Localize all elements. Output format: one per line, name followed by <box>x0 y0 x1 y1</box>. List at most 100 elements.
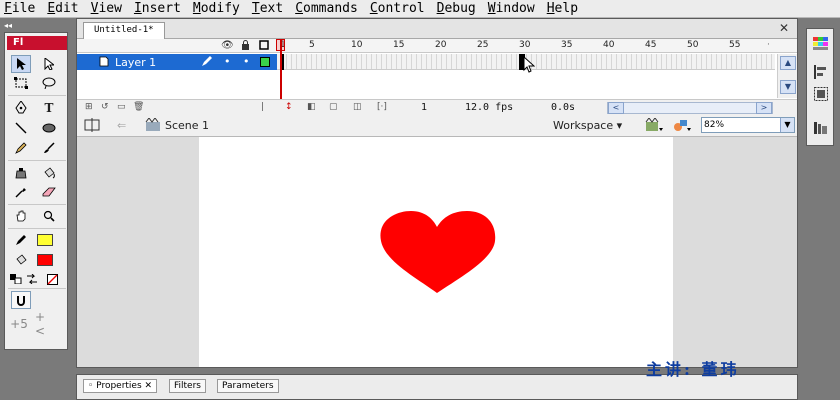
timeline-horizontal-scrollbar[interactable]: < > <box>607 102 773 114</box>
workspace-menu[interactable]: Workspace ▾ <box>553 119 622 132</box>
subselection-tool-icon[interactable] <box>39 55 59 73</box>
menu-control[interactable]: Control <box>364 1 431 16</box>
edit-symbol-icon[interactable] <box>673 118 691 135</box>
menu-edit[interactable]: Edit <box>41 1 84 16</box>
onion-skin-outlines-icon[interactable]: ▢ <box>329 102 338 112</box>
layer-visibility-dot[interactable]: • <box>224 55 231 68</box>
document-window: Untitled-1* ✕ 👁 1 5 10 15 20 25 30 35 40… <box>76 18 798 368</box>
elapsed-time: 0.0s <box>551 102 576 113</box>
center-frame-icon[interactable]: | <box>261 102 264 112</box>
menu-help[interactable]: Help <box>541 1 584 16</box>
document-tab[interactable]: Untitled-1* <box>83 22 165 39</box>
delete-layer-icon[interactable]: 🗑 <box>133 102 144 112</box>
text-tool-icon[interactable]: T <box>39 99 59 117</box>
zoom-value: 82% <box>704 120 725 130</box>
outline-layers-icon[interactable] <box>259 40 269 53</box>
show-hide-layers-icon[interactable]: 👁 <box>221 40 234 51</box>
layer-icon <box>99 56 109 70</box>
fill-color-swatch[interactable] <box>37 254 53 266</box>
layer-name[interactable]: Layer 1 <box>115 56 156 69</box>
layer-lock-dot[interactable]: • <box>243 55 250 68</box>
line-tool-icon[interactable] <box>11 119 31 137</box>
menu-insert[interactable]: Insert <box>128 1 187 16</box>
center-playhead-icon[interactable]: ↕ <box>285 102 293 112</box>
pasteboard <box>77 137 797 367</box>
tools-divider <box>8 288 66 289</box>
watermark-text: 主讲: 董玮 <box>646 360 740 379</box>
layer-outline-color[interactable] <box>260 57 270 67</box>
selection-tool-icon[interactable] <box>11 55 31 73</box>
zoom-dropdown[interactable]: 82% ▼ <box>701 117 795 133</box>
library-panel-icon[interactable] <box>811 119 831 137</box>
tab-filters[interactable]: Filters <box>169 379 206 393</box>
frame-number: 25 <box>477 40 489 50</box>
no-color-icon[interactable] <box>45 270 59 288</box>
menu-debug[interactable]: Debug <box>431 1 482 16</box>
ink-bottle-tool-icon[interactable] <box>11 164 31 182</box>
oval-tool-icon[interactable] <box>39 119 59 137</box>
timeline-footer: ⊞ ↺ ▭ 🗑 | ↕ ◧ ▢ ◫ [·] 1 12.0 fps 0.0s < … <box>77 99 797 115</box>
fill-color-icon[interactable] <box>11 251 31 269</box>
scroll-up-icon[interactable]: ▲ <box>780 56 796 70</box>
playhead-line[interactable] <box>280 39 282 99</box>
lock-layers-icon[interactable] <box>241 40 250 53</box>
menu-commands[interactable]: Commands <box>289 1 364 16</box>
frame-number: 30 <box>519 40 531 50</box>
edit-scene-icon[interactable] <box>645 117 663 135</box>
frame-number: 20 <box>435 40 447 50</box>
pencil-tool-icon[interactable] <box>11 139 31 157</box>
layer-row[interactable]: Layer 1 • • <box>77 54 277 70</box>
paint-bucket-tool-icon[interactable] <box>39 164 59 182</box>
panel-collapse-grip[interactable]: ◂◂ <box>4 20 68 32</box>
close-document-icon[interactable]: ✕ <box>779 21 789 35</box>
stroke-color-icon[interactable] <box>11 231 31 249</box>
pen-tool-icon[interactable] <box>11 99 31 117</box>
info-panel-icon[interactable] <box>811 85 831 103</box>
frame-number: 45 <box>645 40 657 50</box>
stroke-color-swatch[interactable] <box>37 234 53 246</box>
free-transform-tool-icon[interactable] <box>11 74 31 92</box>
color-swatches-icon[interactable] <box>811 35 831 53</box>
insert-layer-icon[interactable]: ⊞ <box>85 102 93 112</box>
scroll-down-icon[interactable]: ▼ <box>780 80 796 94</box>
zoom-tool-icon[interactable] <box>39 207 59 225</box>
eyedropper-tool-icon[interactable] <box>11 183 31 201</box>
lasso-tool-icon[interactable] <box>39 74 59 92</box>
tab-properties[interactable]: ◦ Properties ✕ <box>83 379 158 393</box>
snap-to-objects-icon[interactable] <box>11 291 31 309</box>
brush-tool-icon[interactable] <box>39 139 59 157</box>
scroll-right-icon[interactable]: > <box>756 102 772 114</box>
chevron-down-icon[interactable]: ▼ <box>780 118 794 132</box>
add-motion-guide-icon[interactable]: ↺ <box>101 102 109 112</box>
scroll-left-icon[interactable]: < <box>608 102 624 114</box>
hand-tool-icon[interactable] <box>11 207 31 225</box>
right-panel-strip <box>800 18 840 400</box>
edit-bar: ⇐ Scene 1 Workspace ▾ 82% ▼ <box>77 115 797 137</box>
tab-parameters[interactable]: Parameters <box>217 379 279 393</box>
menu-view[interactable]: View <box>85 1 128 16</box>
modify-onion-markers-icon[interactable]: [·] <box>377 102 387 112</box>
swap-colors-icon[interactable] <box>25 270 39 288</box>
onion-skin-icon[interactable]: ◧ <box>307 102 316 112</box>
menu-text[interactable]: Text <box>246 1 289 16</box>
black-white-icon[interactable] <box>9 270 23 288</box>
menu-modify[interactable]: Modify <box>187 1 246 16</box>
frame-rate[interactable]: 12.0 fps <box>465 102 513 113</box>
document-tab-bar: Untitled-1* ✕ <box>77 19 797 39</box>
back-arrow-icon[interactable]: ⇐ <box>117 119 126 132</box>
insert-folder-icon[interactable]: ▭ <box>117 102 126 112</box>
align-panel-icon[interactable] <box>811 63 831 81</box>
menu-file[interactable]: File <box>0 1 41 16</box>
menu-bar: File Edit View Insert Modify Text Comman… <box>0 0 840 18</box>
timeline-toggle-icon[interactable] <box>83 118 101 135</box>
frame-number: 10 <box>351 40 363 50</box>
timeline-header: 👁 1 5 10 15 20 25 30 35 40 45 50 55 · <box>77 39 797 53</box>
timeline-vertical-scrollbar[interactable]: ▲ ▼ <box>777 54 797 98</box>
eraser-tool-icon[interactable] <box>39 183 59 201</box>
straighten-option-icon[interactable]: +< <box>35 310 55 338</box>
smooth-option-icon[interactable]: +5 <box>9 315 29 333</box>
tools-divider <box>8 160 66 161</box>
stage-canvas[interactable] <box>199 137 673 367</box>
menu-window[interactable]: Window <box>482 1 541 16</box>
edit-multiple-frames-icon[interactable]: ◫ <box>353 102 362 112</box>
